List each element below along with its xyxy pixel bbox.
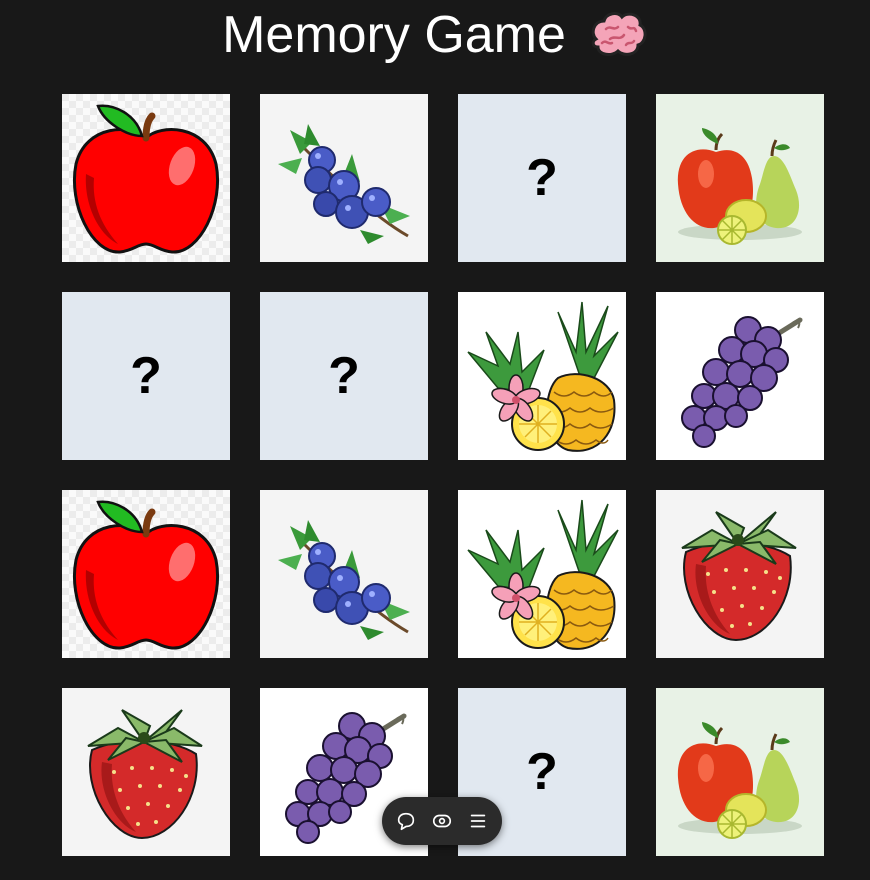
strawberry-icon: [62, 688, 230, 856]
card-strawberry[interactable]: [656, 490, 824, 658]
card-grid: ? ?? ?: [62, 94, 824, 856]
mixed-fruit-icon: [656, 94, 824, 262]
card-apple[interactable]: [62, 94, 230, 262]
question-mark: ?: [526, 743, 558, 801]
pineapple-icon: [458, 292, 626, 460]
floating-toolbar: [382, 797, 502, 845]
card-hidden[interactable]: ?: [458, 94, 626, 262]
apple-icon: [62, 94, 230, 262]
question-mark: ?: [526, 149, 558, 207]
card-pineapple[interactable]: [458, 292, 626, 460]
strawberry-icon: [656, 490, 824, 658]
mixed-fruit-icon: [656, 688, 824, 856]
page-title: Memory Game: [222, 6, 566, 64]
card-grapes[interactable]: [656, 292, 824, 460]
brain-icon: [588, 9, 648, 61]
question-mark: ?: [130, 347, 162, 405]
card-hidden[interactable]: ?: [62, 292, 230, 460]
page-title-bar: Memory Game: [0, 0, 870, 70]
menu-icon[interactable]: [466, 809, 490, 833]
question-mark: ?: [328, 347, 360, 405]
pineapple-icon: [458, 490, 626, 658]
eye-icon[interactable]: [430, 809, 454, 833]
grapes-icon: [656, 292, 824, 460]
blueberries-icon: [260, 94, 428, 262]
card-blueberries[interactable]: [260, 490, 428, 658]
card-mixed-fruit[interactable]: [656, 688, 824, 856]
card-blueberries[interactable]: [260, 94, 428, 262]
card-hidden[interactable]: ?: [260, 292, 428, 460]
apple-icon: [62, 490, 230, 658]
card-strawberry[interactable]: [62, 688, 230, 856]
chat-bubble-icon[interactable]: [394, 809, 418, 833]
card-pineapple[interactable]: [458, 490, 626, 658]
card-mixed-fruit[interactable]: [656, 94, 824, 262]
card-apple[interactable]: [62, 490, 230, 658]
blueberries-icon: [260, 490, 428, 658]
